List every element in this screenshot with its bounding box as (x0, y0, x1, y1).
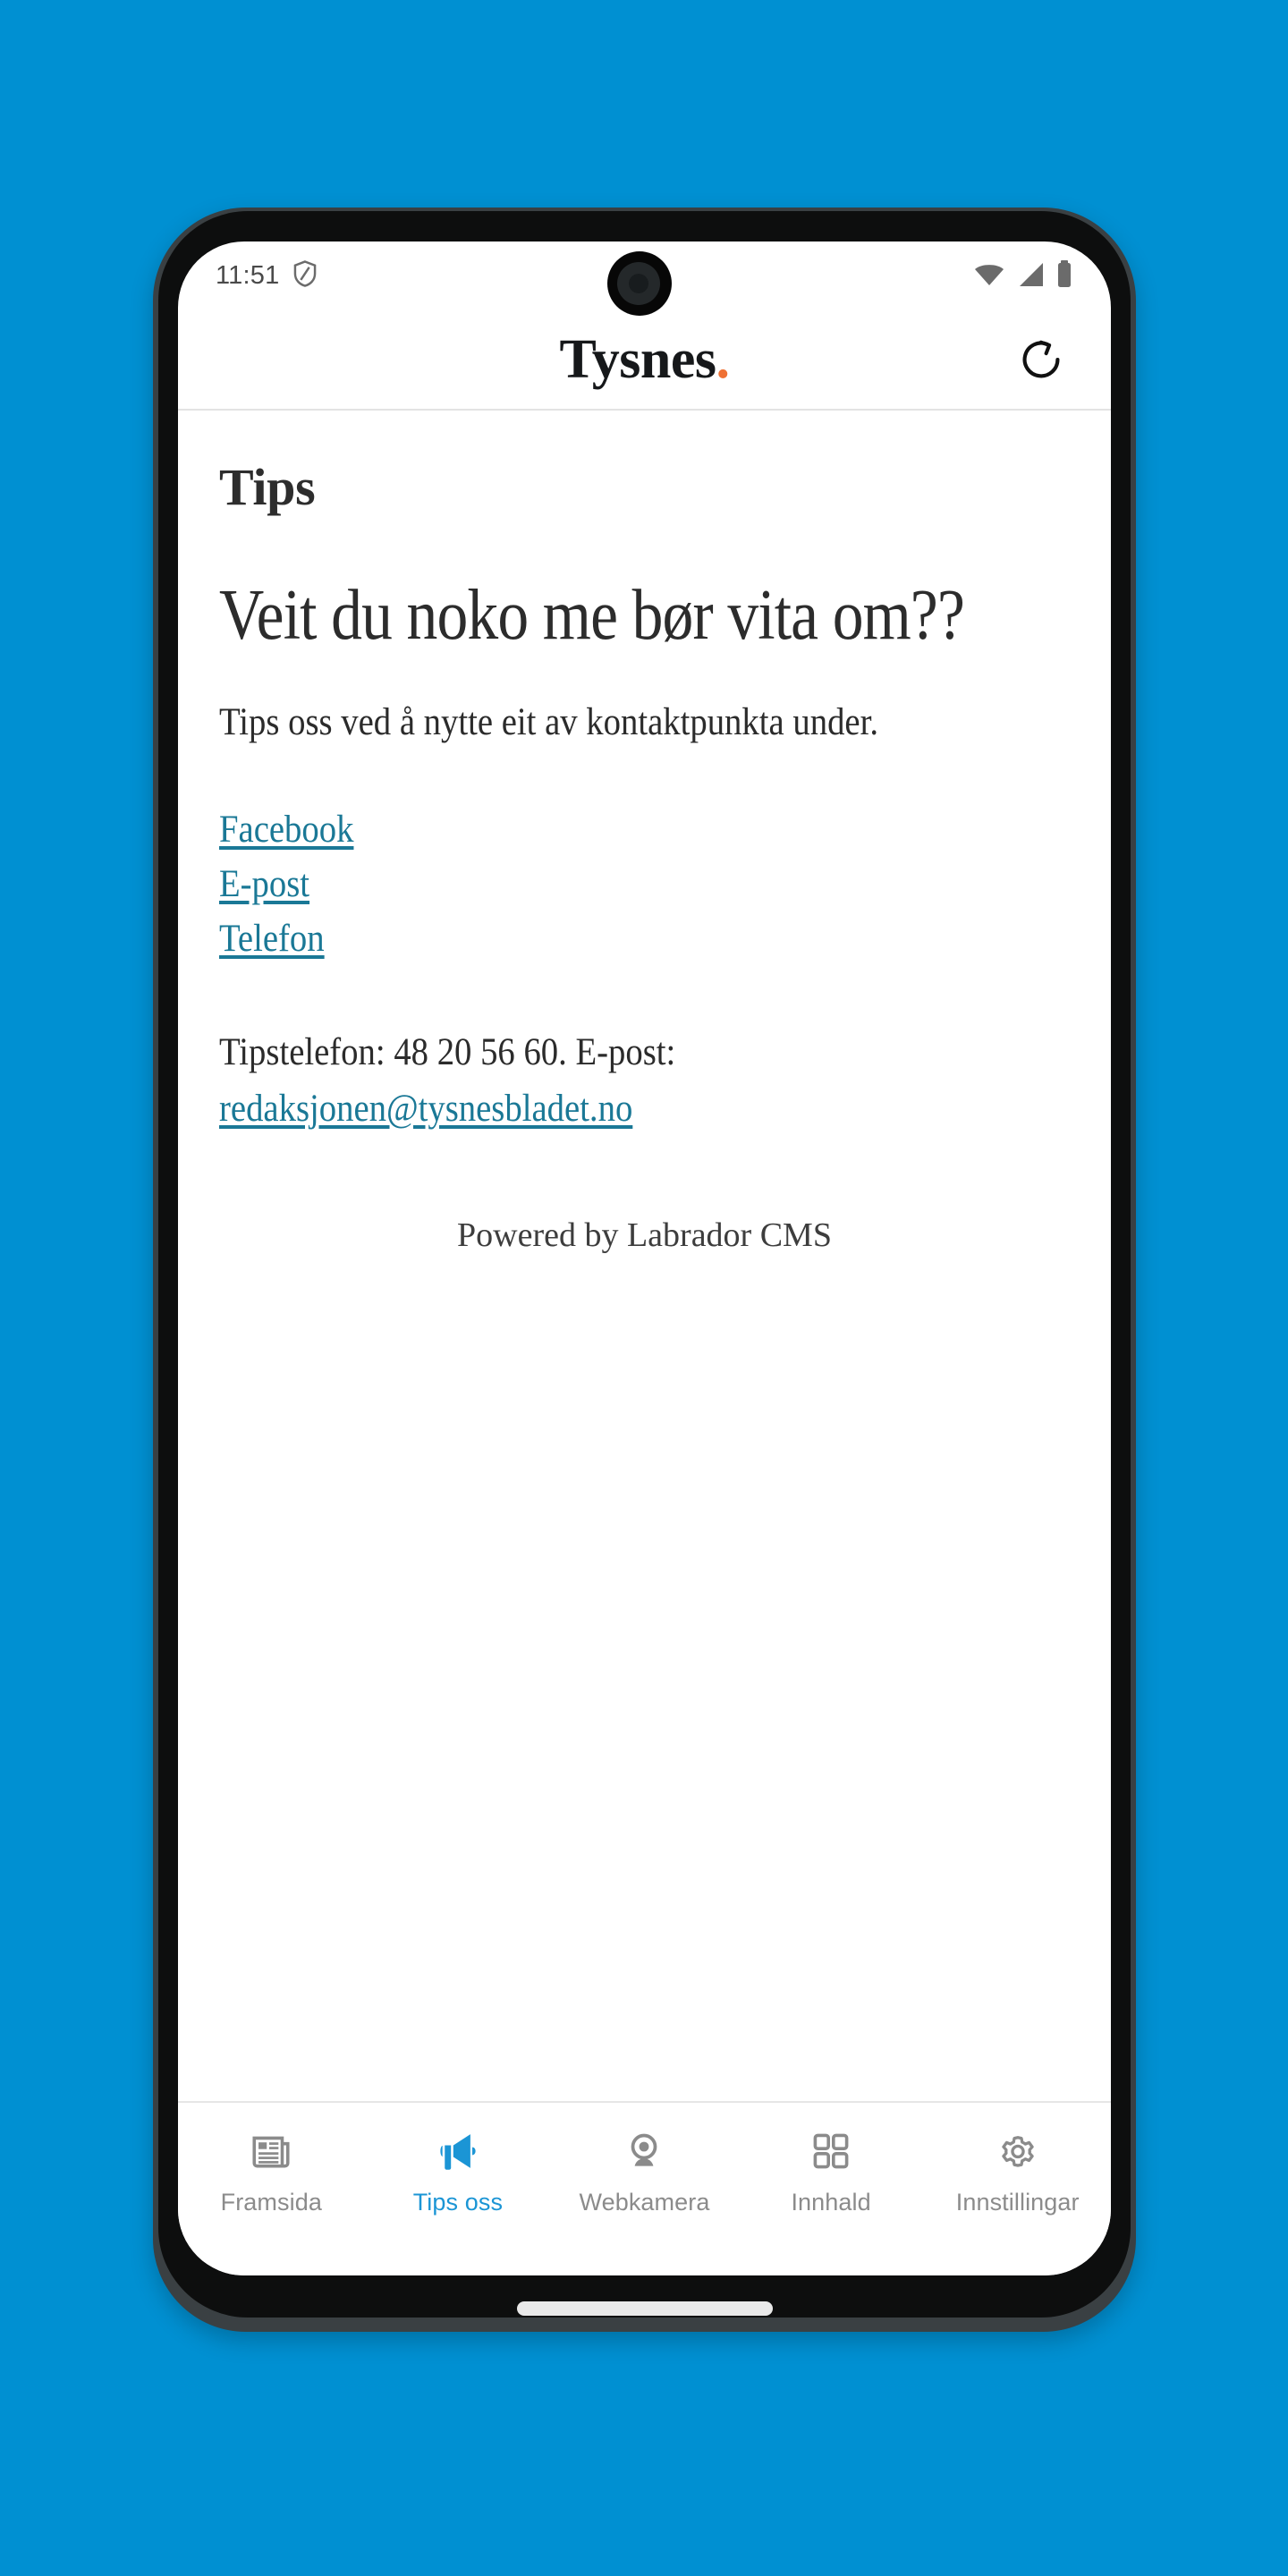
page-content: Tips Veit du noko me bør vita om?? Tips … (178, 411, 1111, 2101)
refresh-icon (1018, 336, 1064, 387)
contact-phone-text: Tipstelefon: 48 20 56 60. E-post: (219, 1031, 676, 1074)
nav-label-webkamera: Webkamera (579, 2189, 710, 2216)
phone-frame: 11:51 Tysnes. Tips Veit du noko me bør v… (153, 208, 1136, 2332)
refresh-button[interactable] (1014, 335, 1068, 388)
wifi-icon (973, 262, 1005, 292)
shield-icon (292, 259, 318, 292)
contact-link-list: Facebook E-post Telefon (219, 802, 1070, 966)
nav-item-framsida[interactable]: Framsida (178, 2126, 365, 2216)
nav-label-innhald: Innhald (791, 2189, 871, 2216)
lead-paragraph: Tips oss ved å nytte eit av kontaktpunkt… (219, 700, 879, 743)
nav-item-tips-oss[interactable]: Tips oss (365, 2126, 552, 2216)
cellular-signal-icon (1017, 262, 1044, 292)
grid-icon (809, 2126, 852, 2176)
app-header: Tysnes. (178, 309, 1111, 411)
page-title: Veit du noko me bør vita om?? (219, 576, 965, 655)
nav-label-framsida: Framsida (220, 2189, 322, 2216)
status-time: 11:51 (216, 260, 280, 290)
nav-item-innstillingar[interactable]: Innstillingar (924, 2126, 1111, 2216)
front-camera-icon (607, 251, 672, 316)
webcam-icon (622, 2126, 666, 2176)
battery-icon (1055, 259, 1073, 292)
bottom-navigation: Framsida Tips oss Webkamera Innhald Inns… (178, 2101, 1111, 2275)
contact-link-email[interactable]: E-post (219, 857, 1069, 911)
contact-link-facebook[interactable]: Facebook (219, 802, 1069, 857)
megaphone-icon (435, 2126, 481, 2176)
page-kicker: Tips (219, 458, 316, 516)
newspaper-icon (249, 2126, 293, 2176)
phone-screen: 11:51 Tysnes. Tips Veit du noko me bør v… (178, 242, 1111, 2275)
nav-item-webkamera[interactable]: Webkamera (551, 2126, 738, 2216)
status-bar-right (973, 259, 1073, 292)
home-indicator[interactable] (517, 2301, 773, 2316)
gear-icon (996, 2126, 1040, 2176)
contact-link-phone[interactable]: Telefon (219, 911, 1069, 966)
powered-by-text: Powered by Labrador CMS (457, 1216, 832, 1254)
nav-item-innhald[interactable]: Innhald (738, 2126, 925, 2216)
brand-name: Tysnes (559, 328, 716, 390)
contact-details: Tipstelefon: 48 20 56 60. E-post: redaks… (219, 1025, 1069, 1137)
nav-label-innstillingar: Innstillingar (955, 2189, 1080, 2216)
brand-dot: . (716, 328, 731, 390)
nav-label-tips-oss: Tips oss (412, 2189, 504, 2216)
phone-body: 11:51 Tysnes. Tips Veit du noko me bør v… (158, 211, 1131, 2318)
brand-logo[interactable]: Tysnes. (559, 328, 731, 390)
status-bar-left: 11:51 (216, 259, 318, 292)
contact-email-link[interactable]: redaksjonen@tysnesbladet.no (219, 1088, 632, 1130)
